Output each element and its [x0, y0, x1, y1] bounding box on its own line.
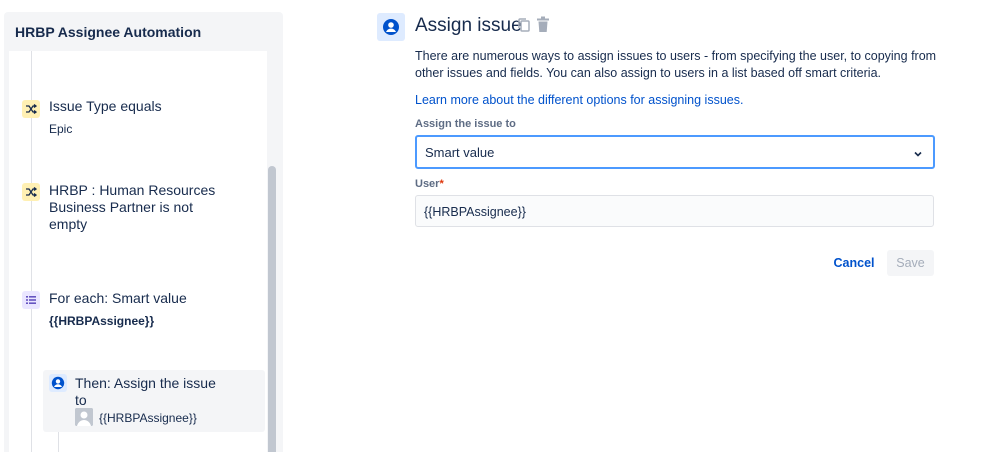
step-title: Issue Type equals [49, 98, 162, 114]
learn-more-link[interactable]: Learn more about the different options f… [415, 93, 743, 107]
user-circle-icon [377, 13, 405, 41]
user-field-label: User* [415, 178, 444, 190]
assign-select[interactable]: Smart value [415, 135, 935, 169]
step-title: HRBP : Human Resources Business Partner … [49, 182, 216, 232]
action-description: There are numerous ways to assign issues… [415, 49, 937, 80]
step-value: Epic [49, 122, 73, 136]
step-branch-for-each[interactable]: For each: Smart value {{HRBPAssignee}} [9, 276, 267, 336]
avatar [75, 408, 93, 426]
sidebar-scrollbar-thumb[interactable] [268, 166, 276, 452]
trash-icon[interactable] [536, 16, 550, 38]
step-title: For each: Smart value [49, 290, 187, 306]
rule-sidebar: HRBP Assignee Automation Issue Type equa… [4, 12, 283, 452]
shuffle-icon [22, 100, 40, 118]
user-circle-icon [49, 374, 67, 392]
shuffle-icon [22, 183, 40, 201]
assign-field-label: Assign the issue to [415, 118, 516, 130]
copy-icon[interactable] [517, 17, 531, 38]
assign-select-value: Smart value [425, 145, 495, 160]
step-hrbp-condition[interactable]: HRBP : Human Resources Business Partner … [9, 176, 267, 251]
user-field[interactable]: {{HRBPAssignee}} [415, 195, 934, 227]
save-button[interactable]: Save [887, 250, 934, 276]
step-value: {{HRBPAssignee}} [49, 314, 155, 328]
user-field-value: {{HRBPAssignee}} [424, 205, 526, 219]
rule-title: HRBP Assignee Automation [15, 24, 202, 40]
list-icon [22, 291, 40, 309]
step-title: Then: Assign the issue to [75, 375, 216, 408]
step-assign-action[interactable]: Then: Assign the issue to {{HRBPAssignee… [43, 370, 265, 432]
page-title: Assign issue [415, 15, 522, 36]
chevron-down-icon [913, 146, 923, 164]
cancel-button[interactable]: Cancel [827, 250, 881, 276]
required-marker: * [439, 178, 444, 190]
step-value: {{HRBPAssignee}} [99, 411, 197, 425]
step-issue-type-condition[interactable]: Issue Type equals Epic [9, 51, 267, 146]
user-label-text: User [415, 178, 440, 190]
